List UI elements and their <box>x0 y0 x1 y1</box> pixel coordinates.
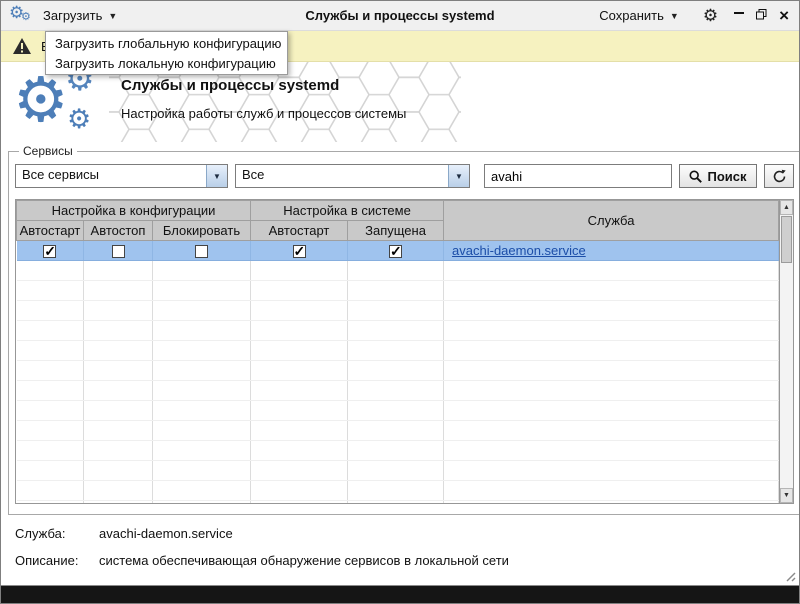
table-row-empty <box>17 361 779 381</box>
table-row-empty <box>17 341 779 361</box>
system-autostart-checkbox[interactable] <box>293 245 306 258</box>
column-header-config-autostop: Автостоп <box>84 221 153 241</box>
state-filter-combobox[interactable]: Все ▼ <box>235 164 470 188</box>
system-running-checkbox[interactable] <box>389 245 402 258</box>
table-row-empty <box>17 461 779 481</box>
search-button-label: Поиск <box>707 169 746 184</box>
scroll-down-icon[interactable]: ▼ <box>780 488 793 503</box>
menu-item-load-local[interactable]: Загрузить локальную конфигурацию <box>46 53 287 73</box>
table-row-empty <box>17 481 779 501</box>
restore-icon <box>756 9 767 20</box>
column-header-system-autostart: Автостарт <box>251 221 348 241</box>
table-row-empty <box>17 421 779 441</box>
bottom-strip <box>1 585 799 603</box>
column-header-service: Служба <box>444 201 779 241</box>
chevron-down-icon[interactable]: ▼ <box>448 165 469 187</box>
table-row-empty <box>17 381 779 401</box>
services-table: Настройка в конфигурации Настройка в сис… <box>15 199 779 504</box>
scrollbar-thumb[interactable] <box>781 216 792 263</box>
vertical-scrollbar[interactable]: ▲ ▼ <box>779 199 794 504</box>
table-row-empty <box>17 501 779 505</box>
table-row-empty <box>17 441 779 461</box>
page-title: Службы и процессы systemd <box>121 77 339 94</box>
table-row-empty <box>17 401 779 421</box>
table-row-empty <box>17 321 779 341</box>
state-filter-value: Все <box>236 165 448 187</box>
config-block-checkbox[interactable] <box>195 245 208 258</box>
table-row-empty <box>17 301 779 321</box>
chevron-down-icon: ▼ <box>108 11 117 21</box>
services-legend: Сервисы <box>19 144 77 158</box>
chevron-down-icon: ▼ <box>670 11 679 21</box>
load-menu-label: Загрузить <box>43 8 102 23</box>
chevron-down-icon[interactable]: ▼ <box>206 165 227 187</box>
app-window: ⚙⚙ Загрузить ▼ Службы и процессы systemd… <box>0 0 800 604</box>
service-filter-value: Все сервисы <box>16 165 206 187</box>
config-autostart-checkbox[interactable] <box>43 245 56 258</box>
table-row-empty <box>17 281 779 301</box>
service-detail-label: Служба: <box>15 526 99 541</box>
resize-grip[interactable] <box>783 569 796 582</box>
load-dropdown-menu: Загрузить глобальную конфигурацию Загруз… <box>45 31 288 75</box>
column-header-system-running: Запущена <box>348 221 444 241</box>
settings-gear-icon[interactable]: ⚙ <box>703 7 718 24</box>
save-menu-label: Сохранить <box>599 8 664 23</box>
refresh-button[interactable] <box>764 164 794 188</box>
services-groupbox: Сервисы Все сервисы ▼ Все ▼ Поиск <box>8 144 800 515</box>
service-detail-value: avachi-daemon.service <box>99 526 233 541</box>
column-header-config-block: Блокировать <box>153 221 251 241</box>
column-header-config-autostart: Автостарт <box>17 221 84 241</box>
maximize-button[interactable] <box>756 8 767 23</box>
app-gears-icon: ⚙⚙ <box>9 4 35 28</box>
service-details: Служба: avachi-daemon.service Описание: … <box>1 515 799 568</box>
config-autostop-checkbox[interactable] <box>112 245 125 258</box>
search-input[interactable] <box>484 164 672 188</box>
titlebar: ⚙⚙ Загрузить ▼ Службы и процессы systemd… <box>1 1 799 31</box>
group-header-config: Настройка в конфигурации <box>17 201 251 221</box>
group-header-system: Настройка в системе <box>251 201 444 221</box>
filter-toolbar: Все сервисы ▼ Все ▼ Поиск <box>15 164 794 188</box>
warning-icon <box>12 37 32 55</box>
table-row-empty <box>17 261 779 281</box>
refresh-icon <box>772 169 787 184</box>
load-menu-button[interactable]: Загрузить ▼ <box>35 4 125 27</box>
minimize-button[interactable] <box>734 12 744 14</box>
service-link[interactable]: avachi-daemon.service <box>444 243 778 258</box>
table-row-selected[interactable]: avachi-daemon.service <box>17 241 779 261</box>
scroll-up-icon[interactable]: ▲ <box>780 200 793 215</box>
service-filter-combobox[interactable]: Все сервисы ▼ <box>15 164 228 188</box>
close-button[interactable]: × <box>779 7 789 24</box>
description-detail-label: Описание: <box>15 553 99 568</box>
page-subtitle: Настройка работы служб и процессов систе… <box>121 106 406 121</box>
menu-item-load-global[interactable]: Загрузить глобальную конфигурацию <box>46 33 287 53</box>
search-icon <box>689 170 702 183</box>
services-table-zone: Настройка в конфигурации Настройка в сис… <box>15 199 794 504</box>
save-menu-button[interactable]: Сохранить ▼ <box>591 4 687 27</box>
description-detail-value: система обеспечивающая обнаружение серви… <box>99 553 509 568</box>
search-button[interactable]: Поиск <box>679 164 757 188</box>
